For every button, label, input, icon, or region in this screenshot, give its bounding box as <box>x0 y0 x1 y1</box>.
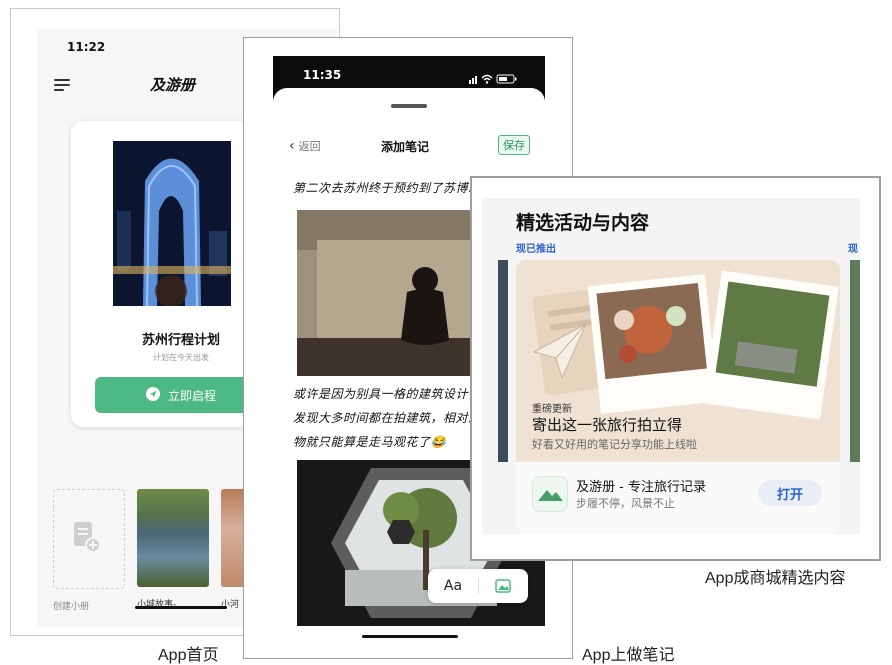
open-app-button[interactable]: 打开 <box>758 480 822 506</box>
note-text-line[interactable]: 第二次去苏州终于预约到了苏博! <box>293 176 473 200</box>
back-label: 返回 <box>298 140 321 153</box>
note-title: 添加笔记 <box>381 140 430 154</box>
feature-card[interactable]: 重磅更新 寄出这一张旅行拍立得 好看又好用的笔记分享功能上线啦 及游册 - 专注… <box>516 260 840 534</box>
status-icons <box>469 70 519 84</box>
wifi-icon <box>481 74 493 84</box>
note-caption: App上做笔记 <box>582 647 675 664</box>
prev-card-edge[interactable] <box>498 260 508 462</box>
store-screen-frame: 精选活动与内容 现已推出 现 重磅更新 寄出这一张旅行拍立得 好看又好用的笔记分… <box>470 176 881 561</box>
feature-subtitle: 好看又好用的笔记分享功能上线啦 <box>532 438 697 451</box>
send-icon <box>145 386 160 404</box>
app-icon[interactable] <box>532 476 568 512</box>
create-booklet-button[interactable] <box>53 489 125 589</box>
back-button[interactable]: ‹ 返回 <box>289 138 321 154</box>
add-note-icon <box>72 520 102 558</box>
home-caption: App首页 <box>158 647 219 664</box>
mountain-icon <box>538 490 563 501</box>
next-card-edge[interactable] <box>850 260 860 462</box>
status-time: 11:22 <box>67 40 106 54</box>
app-title: 及游册 <box>150 76 196 94</box>
create-booklet-label: 创建小册 <box>53 602 90 612</box>
booklet-thumb[interactable] <box>137 489 209 587</box>
text-format-button[interactable]: Aa <box>428 578 478 594</box>
note-toolbar: Aa <box>428 569 528 603</box>
note-text-line[interactable]: 或许是因为别具一格的建筑设计， <box>293 382 481 406</box>
signal-icon <box>469 76 477 84</box>
note-text-line[interactable]: 发现大多时间都在拍建筑，相对之 <box>293 406 481 430</box>
feature-kicker: 重磅更新 <box>532 404 572 415</box>
start-trip-label: 立即启程 <box>167 388 216 403</box>
home-indicator <box>135 606 227 609</box>
status-time: 11:35 <box>303 68 342 82</box>
store-tag: 现已推出 <box>516 244 556 255</box>
back-chevron-icon: ‹ <box>289 138 295 154</box>
menu-icon[interactable] <box>54 79 70 91</box>
save-button[interactable]: 保存 <box>498 135 530 155</box>
app-name: 及游册 - 专注旅行记录 <box>576 480 706 495</box>
feature-title: 寄出这一张旅行拍立得 <box>532 416 683 434</box>
note-text-line[interactable]: 物就只能算是走马观花了😂 <box>293 430 446 454</box>
store-tag-next: 现 <box>848 244 858 255</box>
store-heading: 精选活动与内容 <box>516 212 650 234</box>
image-icon[interactable] <box>479 578 528 594</box>
battery-icon <box>496 74 517 84</box>
feature-app-row: 及游册 - 专注旅行记录 步履不停，风景不止 打开 <box>516 462 840 534</box>
store-panel: 精选活动与内容 现已推出 现 重磅更新 寄出这一张旅行拍立得 好看又好用的笔记分… <box>482 198 860 534</box>
home-indicator <box>362 635 458 638</box>
sheet-handle[interactable] <box>391 104 427 108</box>
store-caption: App成商城精选内容 <box>705 570 846 587</box>
app-slogan: 步履不停，风景不止 <box>576 497 675 510</box>
start-trip-button[interactable]: 立即启程 <box>95 377 267 413</box>
plan-cover-image <box>113 141 231 306</box>
